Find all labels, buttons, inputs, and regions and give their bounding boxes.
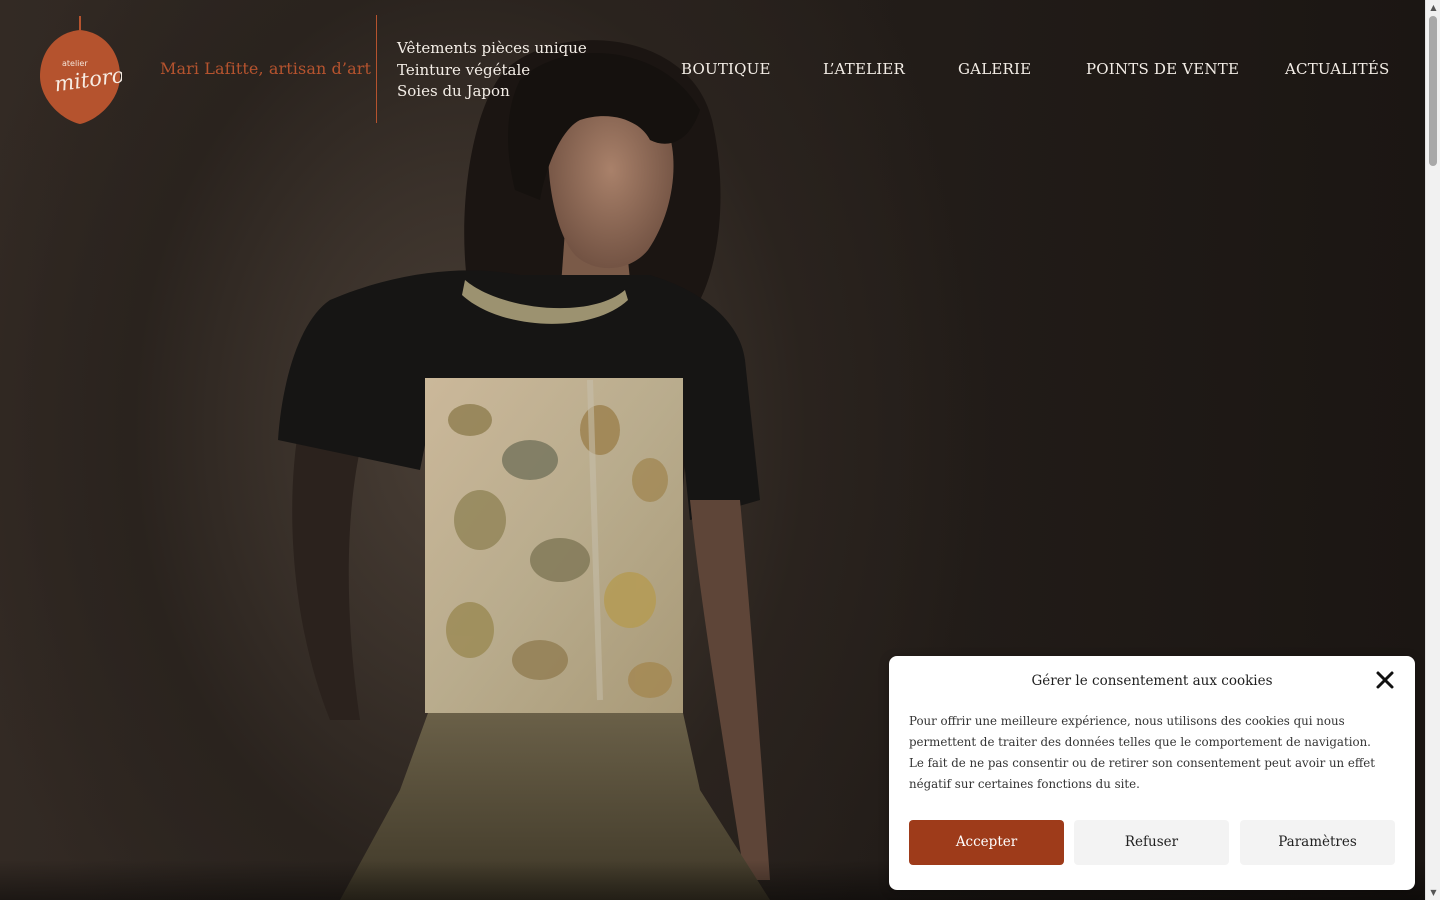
cookie-consent-dialog: Gérer le consentement aux cookies Pour o… — [889, 656, 1415, 890]
scrollbar-thumb[interactable] — [1429, 16, 1437, 166]
cookie-title: Gérer le consentement aux cookies — [1031, 673, 1273, 689]
close-icon[interactable] — [1375, 670, 1395, 690]
settings-button[interactable]: Paramètres — [1240, 820, 1395, 865]
nav-points-de-vente[interactable]: POINTS DE VENTE — [1086, 60, 1239, 78]
refuse-button[interactable]: Refuser — [1074, 820, 1229, 865]
cookie-description: Pour offrir une meilleure expérience, no… — [909, 714, 1375, 791]
atelier-mitoro-logo[interactable]: atelier mitoro — [38, 14, 122, 126]
feature-item: Soies du Japon — [397, 82, 510, 100]
header-divider — [376, 15, 377, 123]
nav-latelier[interactable]: L’ATELIER — [823, 60, 905, 78]
scroll-up-icon[interactable]: ▲ — [1429, 3, 1438, 12]
nav-boutique[interactable]: BOUTIQUE — [681, 60, 771, 78]
nav-actualites[interactable]: ACTUALITÉS — [1285, 60, 1389, 78]
brand-tagline: Mari Lafitte, artisan d’art — [160, 59, 371, 78]
logo-small-text: atelier — [62, 59, 88, 68]
page-scrollbar[interactable]: ▲ ▼ — [1425, 0, 1440, 900]
accept-button[interactable]: Accepter — [909, 820, 1064, 865]
feature-item: Teinture végétale — [397, 60, 531, 79]
scroll-down-icon[interactable]: ▼ — [1429, 888, 1438, 897]
feature-item: Vêtements pièces unique — [397, 39, 587, 57]
header-features-list: Vêtements pièces unique Teinture végétal… — [397, 38, 587, 103]
nav-galerie[interactable]: GALERIE — [958, 60, 1031, 78]
